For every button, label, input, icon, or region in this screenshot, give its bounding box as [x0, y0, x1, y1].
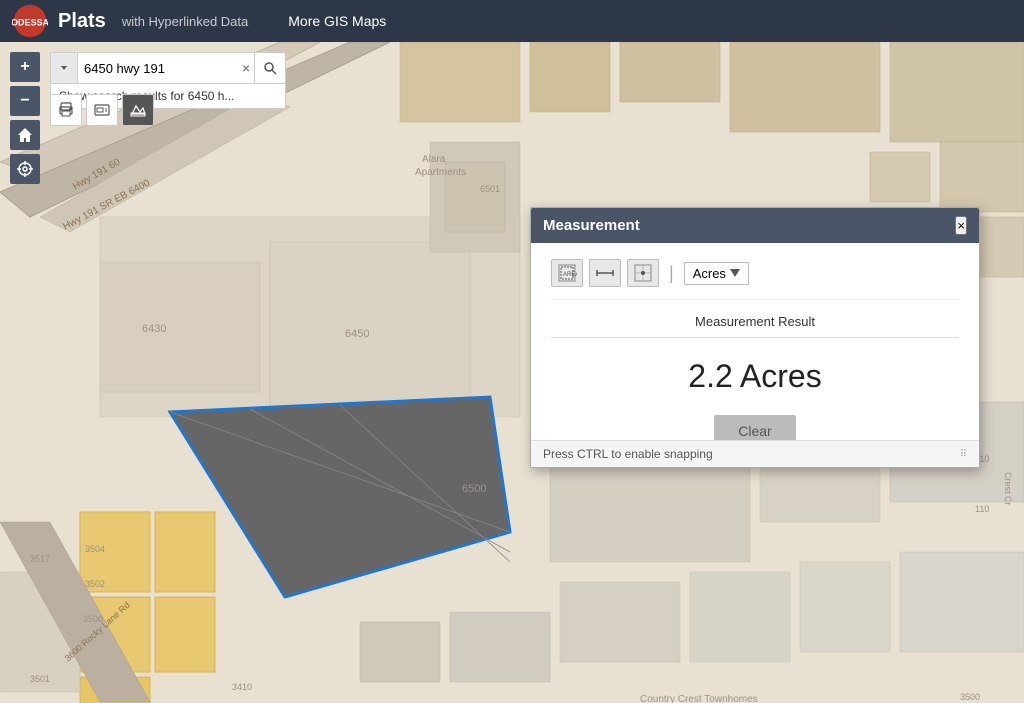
svg-text:Country Crest Townhomes: Country Crest Townhomes	[640, 694, 758, 703]
measurement-title: Measurement	[543, 217, 640, 234]
measurement-close-button[interactable]: ×	[955, 216, 967, 235]
svg-text:3502: 3502	[85, 579, 105, 589]
zoom-out-button[interactable]: −	[10, 86, 40, 116]
svg-text:110: 110	[975, 504, 989, 514]
svg-text:Crest Cr: Crest Cr	[1003, 472, 1013, 506]
odessa-logo: ODESSA	[12, 3, 48, 39]
svg-text:3501: 3501	[30, 674, 50, 684]
print2-button[interactable]	[86, 94, 118, 126]
svg-text:3500: 3500	[960, 692, 980, 702]
map-container[interactable]: Alara Apartments 6501 6430 6450 6500 350…	[0, 42, 1024, 703]
measurement-header: Measurement ×	[531, 208, 979, 243]
measure-area-button[interactable]: AREA	[551, 259, 583, 287]
left-toolbar: + −	[10, 52, 40, 184]
search-button[interactable]	[254, 53, 285, 83]
home-button[interactable]	[10, 120, 40, 150]
measurement-value: 2.2 Acres	[551, 358, 959, 395]
measurement-tools: AREA	[551, 259, 959, 300]
measurement-result-label: Measurement Result	[551, 314, 959, 338]
zoom-in-button[interactable]: +	[10, 52, 40, 82]
resize-handle[interactable]: ⠿	[960, 449, 967, 460]
unit-select[interactable]: Acres	[684, 262, 749, 285]
unit-label: Acres	[693, 266, 726, 281]
measure-distance-button[interactable]	[589, 259, 621, 287]
more-gis-maps-link[interactable]: More GIS Maps	[288, 13, 386, 29]
svg-text:6501: 6501	[480, 184, 500, 194]
meas-separator: |	[669, 263, 674, 284]
draw-button[interactable]	[122, 94, 154, 126]
search-dropdown-button[interactable]	[51, 53, 78, 83]
svg-text:3410: 3410	[232, 682, 252, 692]
measure-location-button[interactable]	[627, 259, 659, 287]
svg-text:3504: 3504	[85, 544, 105, 554]
header: ODESSA Plats with Hyperlinked Data More …	[0, 0, 1024, 42]
svg-text:Apartments: Apartments	[415, 167, 466, 178]
app-subtitle: with Hyperlinked Data	[122, 14, 248, 29]
svg-text:Alara: Alara	[422, 154, 446, 165]
app-title: Plats	[58, 10, 106, 33]
search-input[interactable]	[78, 61, 238, 76]
svg-text:3517: 3517	[30, 554, 50, 564]
measurement-body: AREA	[531, 243, 979, 467]
measurement-dialog: Measurement × AREA	[530, 207, 980, 468]
svg-text:6450: 6450	[345, 328, 369, 340]
svg-text:6500: 6500	[462, 483, 486, 495]
svg-text:6430: 6430	[142, 323, 166, 335]
print-button[interactable]	[50, 94, 82, 126]
svg-text:AREA: AREA	[563, 272, 577, 278]
search-clear-button[interactable]: ×	[238, 60, 254, 76]
svg-text:ODESSA: ODESSA	[12, 18, 48, 28]
bottom-toolbar	[50, 94, 154, 126]
snapping-hint: Press CTRL to enable snapping ⠿	[531, 440, 979, 467]
locate-button[interactable]	[10, 154, 40, 184]
snapping-hint-text: Press CTRL to enable snapping	[543, 447, 713, 461]
